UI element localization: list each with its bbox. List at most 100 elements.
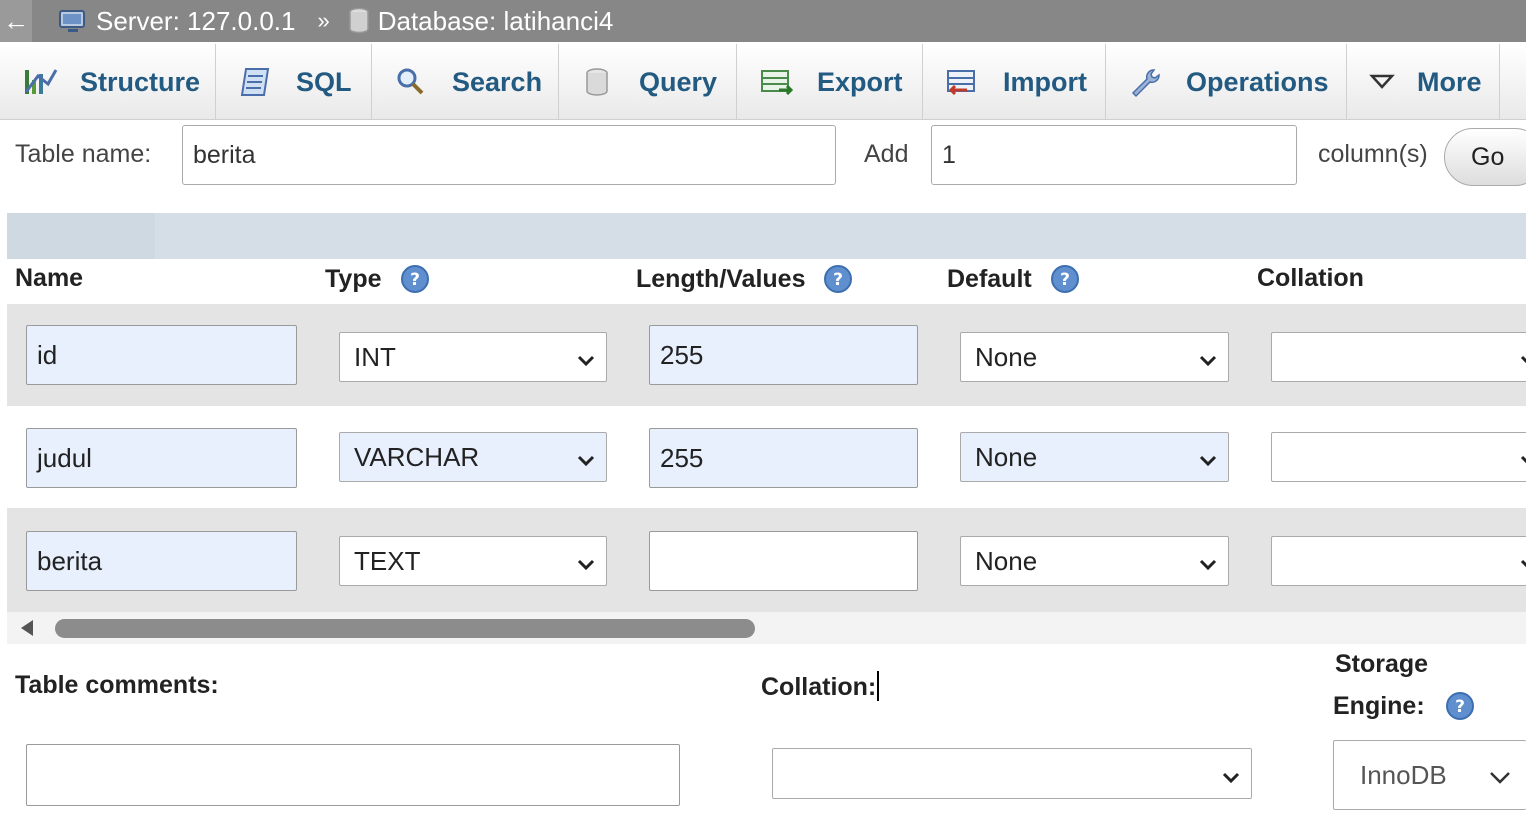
header-collation-label: Collation: [1257, 264, 1364, 292]
horizontal-scrollbar[interactable]: [7, 612, 1526, 644]
field-name-input[interactable]: id: [26, 325, 297, 385]
field-length-input[interactable]: [649, 531, 918, 591]
table-comments-input[interactable]: [26, 744, 680, 806]
table-collation-select[interactable]: [772, 748, 1252, 799]
scroll-left-icon[interactable]: [21, 620, 33, 636]
tab-import-label: Import: [1003, 66, 1087, 97]
tab-search-label: Search: [452, 66, 543, 97]
svg-text:?: ?: [834, 270, 844, 290]
search-icon: [394, 66, 430, 98]
breadcrumb-bar: ← Server: 127.0.0.1 » Database: latihanc…: [0, 0, 1526, 42]
tab-search[interactable]: Search: [372, 44, 559, 120]
structure-icon: [22, 66, 58, 98]
add-columns-input[interactable]: 1: [931, 125, 1297, 185]
field-name-input[interactable]: judul: [26, 428, 297, 488]
tab-export[interactable]: Export: [737, 44, 923, 120]
text-cursor: [877, 671, 880, 701]
go-button[interactable]: Go: [1444, 128, 1526, 186]
wrench-icon: [1128, 66, 1164, 98]
header-default-label: Default: [947, 264, 1032, 293]
help-icon[interactable]: ?: [400, 264, 430, 294]
storage-engine-value: InnoDB: [1360, 759, 1447, 790]
tab-query-label: Query: [639, 66, 718, 97]
query-icon: [581, 66, 617, 98]
field-length-input[interactable]: 255: [649, 428, 918, 488]
tab-sql[interactable]: SQL: [216, 44, 372, 120]
chevron-down-icon: [1198, 551, 1218, 582]
help-icon[interactable]: ?: [1445, 691, 1475, 721]
chevron-down-icon: [1198, 347, 1218, 378]
chevron-down-icon: [1221, 764, 1241, 795]
field-collation-select[interactable]: [1271, 536, 1526, 586]
collation-label-text: Collation:: [761, 673, 877, 701]
tab-operations[interactable]: Operations: [1106, 44, 1347, 120]
tab-sql-label: SQL: [296, 66, 352, 97]
breadcrumb-separator: »: [317, 8, 330, 33]
table-name-label: Table name:: [15, 140, 152, 168]
table-name-input[interactable]: berita: [182, 125, 836, 185]
database-label: Database: latihanci4: [377, 5, 614, 36]
field-default-select[interactable]: None: [960, 432, 1229, 482]
tab-structure[interactable]: Structure: [0, 44, 216, 120]
table-name-row: Table name: berita Add 1 column(s) Go: [0, 122, 1526, 202]
svg-text:?: ?: [410, 270, 420, 290]
field-default-value: None: [975, 441, 1038, 472]
table-comments-label: Table comments:: [15, 671, 219, 699]
storage-engine-select[interactable]: InnoDB: [1333, 740, 1526, 810]
breadcrumb-database[interactable]: Database: latihanci4: [348, 5, 614, 37]
field-default-value: None: [975, 545, 1038, 576]
header-type-label: Type: [325, 264, 382, 293]
field-default-select[interactable]: None: [960, 332, 1229, 382]
database-icon: [348, 7, 370, 35]
import-icon: [945, 66, 981, 98]
band-accent: [7, 213, 155, 259]
chevron-down-icon: [576, 447, 596, 478]
chevron-down-icon: [1519, 447, 1526, 478]
back-arrow-icon[interactable]: ←: [0, 0, 32, 42]
help-icon[interactable]: ?: [1050, 264, 1080, 294]
tab-more-label: More: [1417, 66, 1482, 97]
header-collation: Collation: [1257, 264, 1364, 293]
header-type: Type ?: [325, 264, 430, 294]
sql-icon: [238, 66, 274, 98]
chevron-down-icon: [576, 347, 596, 378]
field-length-input[interactable]: 255: [649, 325, 918, 385]
tab-structure-label: Structure: [80, 66, 201, 97]
tab-more[interactable]: More: [1347, 44, 1500, 120]
chevron-down-icon: [1519, 347, 1526, 378]
header-length: Length/Values ?: [636, 264, 853, 294]
server-icon: [58, 8, 88, 34]
tab-export-label: Export: [817, 66, 903, 97]
field-row: berita TEXT None: [7, 508, 1526, 612]
field-name-input[interactable]: berita: [26, 531, 297, 591]
field-type-select[interactable]: INT: [339, 332, 607, 382]
field-collation-select[interactable]: [1271, 332, 1526, 382]
field-collation-select[interactable]: [1271, 432, 1526, 482]
section-band: [7, 213, 1526, 259]
field-row: judul VARCHAR 255 None: [7, 406, 1526, 508]
main-tab-bar: Structure SQL Search Query Export Import: [0, 44, 1526, 120]
breadcrumb-server[interactable]: Server: 127.0.0.1: [58, 6, 295, 37]
tab-query[interactable]: Query: [559, 44, 737, 120]
field-type-select[interactable]: TEXT: [339, 536, 607, 586]
header-name: Name: [15, 264, 83, 293]
chevron-down-icon: [1198, 447, 1218, 478]
field-type-value: INT: [354, 341, 396, 372]
field-type-select[interactable]: VARCHAR: [339, 432, 607, 482]
columns-label: column(s): [1318, 140, 1428, 168]
header-name-label: Name: [15, 264, 84, 292]
chevron-down-icon: [1488, 765, 1512, 796]
tab-import[interactable]: Import: [923, 44, 1106, 120]
scrollbar-thumb[interactable]: [55, 619, 755, 638]
field-default-value: None: [975, 341, 1038, 372]
chevron-down-icon: [1519, 551, 1526, 582]
field-row: id INT 255 None: [7, 304, 1526, 406]
help-icon[interactable]: ?: [823, 264, 853, 294]
chevron-down-icon: [576, 551, 596, 582]
triangle-down-icon: [1369, 72, 1395, 92]
field-default-select[interactable]: None: [960, 536, 1229, 586]
field-type-value: VARCHAR: [354, 441, 480, 472]
field-type-value: TEXT: [354, 545, 421, 576]
svg-text:?: ?: [1455, 697, 1465, 717]
server-label: Server: 127.0.0.1: [96, 5, 296, 36]
